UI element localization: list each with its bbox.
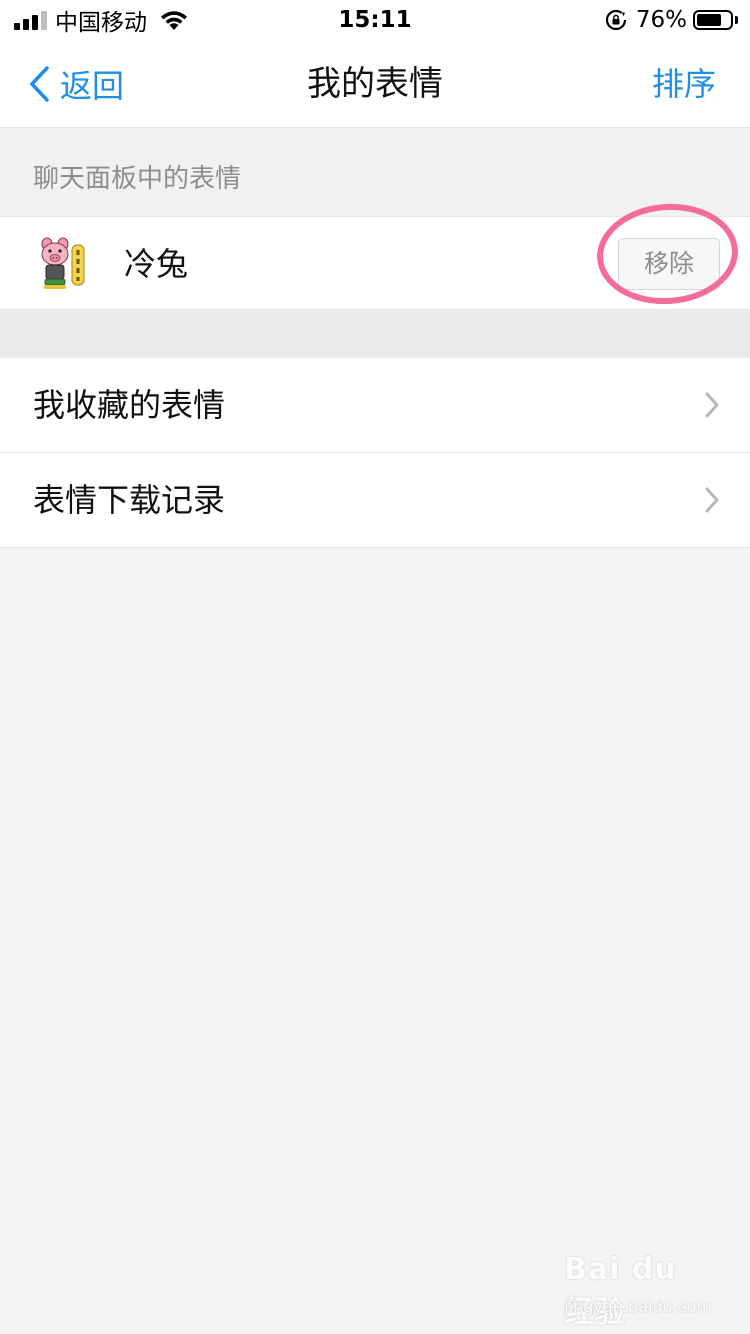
chevron-right-icon [705,487,719,513]
menu-item-download-history[interactable]: 表情下载记录 [0,452,750,547]
pig-sticker-icon [41,237,85,289]
remove-button[interactable]: 移除 [618,238,720,290]
section-header-label: 聊天面板中的表情 [33,164,242,194]
rotation-lock-icon [605,9,626,31]
section-header: 聊天面板中的表情 [0,128,750,216]
battery-icon [693,10,733,30]
watermark-logo: Bai du 经验 [564,1252,677,1330]
menu-list: 我收藏的表情 表情下载记录 [0,358,750,548]
page-title: 我的表情 [307,64,443,104]
watermark-url: jingyan.baidu.com [564,1297,712,1316]
screen: 中国移动 15:11 76% 返回 我的表情 排序 聊天面板中的表情 冷兔 移除… [0,0,750,1334]
chevron-right-icon [705,392,719,418]
sticker-name: 冷兔 [124,245,189,283]
menu-item-favorites[interactable]: 我收藏的表情 [0,358,750,452]
status-bar: 中国移动 15:11 76% [0,0,750,40]
battery-percent: 76% [635,7,687,33]
battery-tip [735,16,738,24]
chevron-left-icon [30,66,49,102]
menu-item-label: 表情下载记录 [33,481,226,519]
baidu-watermark: Bai du 经验 jingyan.baidu.com [564,1246,714,1330]
battery-fill [697,14,721,26]
status-right: 76% [604,4,738,36]
section-gap [0,310,750,358]
back-label: 返回 [60,67,125,105]
back-button[interactable]: 返回 [28,40,124,128]
sort-button[interactable]: 排序 [652,40,716,128]
menu-item-label: 我收藏的表情 [33,386,226,424]
nav-bar: 返回 我的表情 排序 [0,40,750,128]
sticker-row[interactable]: 冷兔 移除 [0,216,750,310]
